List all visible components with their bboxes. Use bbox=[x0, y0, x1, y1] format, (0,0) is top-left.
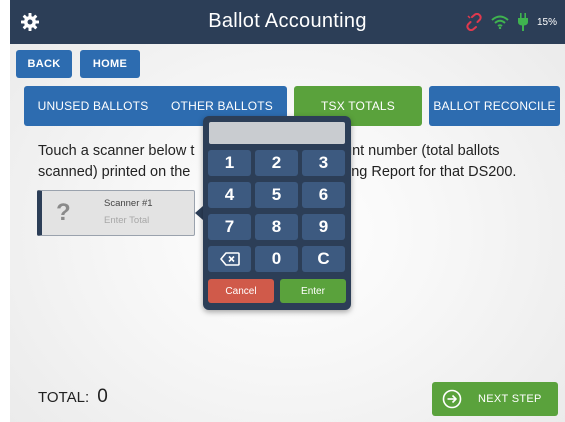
ballot-accounting-app: Ballot Accounting 15% BACK HOME UNUSED B… bbox=[10, 0, 565, 422]
total-summary: TOTAL: 0 bbox=[38, 386, 108, 408]
battery-level: 15% bbox=[536, 16, 557, 28]
instructions-line2-right: ing Report for that DS200. bbox=[348, 164, 517, 180]
scanner-name: Scanner #1 bbox=[104, 198, 153, 209]
question-icon: ? bbox=[56, 199, 71, 226]
power-plug-icon bbox=[517, 13, 528, 31]
key-0[interactable]: 0 bbox=[255, 246, 298, 272]
total-label: TOTAL: bbox=[38, 389, 90, 406]
numeric-keypad: 1 2 3 4 5 6 7 8 9 0 C Cancel Enter bbox=[203, 116, 351, 310]
key-5[interactable]: 5 bbox=[255, 182, 298, 208]
scanner-total-placeholder: Enter Total bbox=[104, 215, 150, 226]
scanner-card[interactable]: ? Scanner #1 Enter Total bbox=[37, 190, 195, 236]
total-value: 0 bbox=[97, 386, 108, 407]
status-indicators: 15% bbox=[465, 13, 557, 31]
arrow-right-circle-icon bbox=[442, 389, 462, 409]
key-6[interactable]: 6 bbox=[302, 182, 345, 208]
backspace-key[interactable] bbox=[208, 246, 251, 272]
key-2[interactable]: 2 bbox=[255, 150, 298, 176]
key-9[interactable]: 9 bbox=[302, 214, 345, 240]
next-step-button[interactable]: NEXT STEP bbox=[432, 382, 558, 416]
key-3[interactable]: 3 bbox=[302, 150, 345, 176]
instructions-line2-left: scanned) printed on the bbox=[38, 164, 191, 180]
keypad-pointer bbox=[195, 206, 203, 220]
instructions-line1-right: unt number (total ballots bbox=[344, 143, 500, 159]
home-button[interactable]: HOME bbox=[80, 50, 140, 78]
key-1[interactable]: 1 bbox=[208, 150, 251, 176]
clear-key[interactable]: C bbox=[302, 246, 345, 272]
title-bar: Ballot Accounting 15% bbox=[10, 0, 565, 44]
backspace-icon bbox=[219, 252, 240, 266]
tab-unused-ballots[interactable]: UNUSED BALLOTS bbox=[24, 86, 162, 126]
key-4[interactable]: 4 bbox=[208, 182, 251, 208]
key-7[interactable]: 7 bbox=[208, 214, 251, 240]
next-step-label: NEXT STEP bbox=[478, 393, 542, 405]
key-8[interactable]: 8 bbox=[255, 214, 298, 240]
connection-broken-icon bbox=[466, 13, 482, 31]
cancel-button[interactable]: Cancel bbox=[208, 279, 274, 303]
tab-ballot-reconcile[interactable]: BALLOT RECONCILE bbox=[429, 86, 560, 126]
wifi-icon bbox=[491, 15, 509, 29]
keypad-display bbox=[209, 122, 345, 144]
left-margin bbox=[0, 0, 10, 422]
back-button[interactable]: BACK bbox=[16, 50, 72, 78]
instructions-line1-left: Touch a scanner below t bbox=[38, 143, 195, 159]
enter-button[interactable]: Enter bbox=[280, 279, 346, 303]
